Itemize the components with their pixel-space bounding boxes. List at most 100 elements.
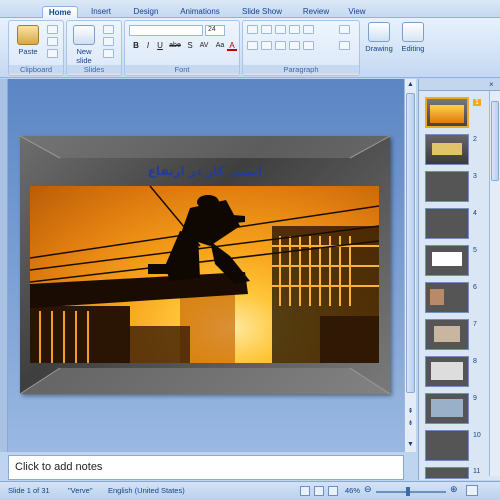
cut-icon[interactable] [47, 25, 58, 34]
slide-thumbnail[interactable] [425, 134, 469, 165]
font-group-label: Font [125, 65, 239, 74]
format-painter-icon[interactable] [47, 49, 58, 58]
char-spacing-button[interactable]: AV [197, 41, 211, 51]
close-pane-icon[interactable]: × [489, 80, 494, 89]
columns-icon[interactable] [303, 41, 314, 50]
new-slide-button[interactable]: New slide [69, 25, 99, 65]
text-direction-icon[interactable] [339, 25, 350, 34]
slide-thumbnail[interactable] [425, 356, 469, 387]
left-pane-edge [0, 79, 8, 452]
language-indicator[interactable]: English (United States) [108, 486, 185, 495]
strikethrough-button[interactable]: abe [167, 41, 183, 51]
next-slide-icon[interactable]: ⇟ [406, 419, 415, 428]
editing-button[interactable]: Editing [398, 22, 428, 53]
thumbnail-number: 5 [473, 247, 477, 254]
scroll-up-arrow-icon[interactable]: ▲ [406, 80, 415, 89]
align-left-icon[interactable] [247, 41, 258, 50]
paragraph-group-label: Paragraph [243, 65, 359, 74]
worker-silhouette-image [30, 186, 379, 363]
thumbnail-number: 2 [473, 136, 477, 143]
delete-slide-icon[interactable] [103, 49, 114, 58]
bullets-icon[interactable] [247, 25, 258, 34]
line-spacing-icon[interactable] [303, 25, 314, 34]
slide-show-view-icon[interactable] [328, 486, 338, 496]
layout-icon[interactable] [103, 25, 114, 34]
align-right-icon[interactable] [275, 41, 286, 50]
zoom-slider[interactable] [376, 491, 446, 493]
zoom-slider-thumb[interactable] [406, 487, 410, 496]
zoom-out-icon[interactable]: ⊖ [364, 484, 372, 495]
bold-button[interactable]: B [131, 41, 141, 51]
justify-icon[interactable] [289, 41, 300, 50]
slide-sorter-icon[interactable] [314, 486, 324, 496]
slide-title[interactable]: ایمنی کار در ارتفاع [20, 164, 390, 178]
thumbnail-number: 10 [473, 432, 481, 439]
scroll-down-arrow-icon[interactable]: ▼ [406, 440, 415, 449]
thumbnail-number: 1 [473, 99, 481, 106]
drawing-button[interactable]: Drawing [362, 22, 396, 53]
slide-thumbnail[interactable] [425, 393, 469, 424]
fit-to-window-icon[interactable] [466, 485, 478, 496]
new-slide-icon [73, 25, 95, 45]
vertical-scrollbar[interactable]: ▲ ⇞ ⇟ ▼ [404, 79, 416, 452]
thumbnail-number: 7 [473, 321, 477, 328]
increase-indent-icon[interactable] [289, 25, 300, 34]
slide-thumbnail[interactable] [425, 430, 469, 461]
notes-placeholder: Click to add notes [15, 461, 103, 473]
shadow-button[interactable]: S [185, 41, 195, 51]
slide-photo[interactable] [30, 186, 379, 363]
ribbon-tab-bar: Home Insert Design Animations Slide Show… [0, 0, 500, 19]
status-bar: Slide 1 of 31 "Verve" English (United St… [0, 481, 500, 500]
editing-label: Editing [401, 44, 425, 53]
slide-thumbnail[interactable] [425, 245, 469, 276]
slide-canvas[interactable]: ایمنی کار در ارتفاع [20, 136, 390, 394]
thumbnail-number: 9 [473, 395, 477, 402]
numbering-icon[interactable] [261, 25, 272, 34]
zoom-level[interactable]: 46% [345, 486, 360, 495]
font-size-field[interactable]: 24 [205, 25, 225, 36]
scroll-thumb[interactable] [406, 93, 415, 393]
underline-button[interactable]: U [155, 41, 165, 51]
normal-view-icon[interactable] [300, 486, 310, 496]
clipboard-group: Paste Clipboard [8, 20, 64, 76]
paragraph-group: Paragraph [242, 20, 360, 76]
thumbnails-tabs: × [419, 79, 500, 91]
prev-slide-icon[interactable]: ⇞ [406, 407, 415, 416]
paste-button[interactable]: Paste [13, 25, 43, 56]
slide-count: Slide 1 of 31 [8, 486, 50, 495]
shapes-icon [368, 22, 390, 42]
slide-thumbnail[interactable] [425, 208, 469, 239]
theme-name: "Verve" [68, 486, 93, 495]
font-name-field[interactable] [129, 25, 203, 36]
slides-group-label: Slides [67, 65, 121, 74]
font-color-button[interactable]: A [227, 41, 237, 51]
slide-thumbnail[interactable] [425, 467, 469, 479]
thumbnail-number: 3 [473, 173, 477, 180]
thumbnails-scroll-thumb[interactable] [491, 101, 499, 181]
smartart-icon[interactable] [339, 41, 350, 50]
change-case-button[interactable]: Aa [213, 41, 227, 51]
zoom-in-icon[interactable]: ⊕ [450, 484, 458, 495]
clipboard-group-label: Clipboard [9, 65, 63, 74]
paste-icon [17, 25, 39, 45]
notes-pane[interactable]: Click to add notes [8, 455, 404, 480]
find-icon [402, 22, 424, 42]
slide-thumbnail[interactable] [425, 171, 469, 202]
align-center-icon[interactable] [261, 41, 272, 50]
slide-thumbnail[interactable] [425, 282, 469, 313]
slide-thumbnails-pane: × 1 2 3 4 5 6 7 8 9 10 11 [418, 79, 500, 480]
thumbnail-number: 6 [473, 284, 477, 291]
italic-button[interactable]: I [143, 41, 153, 51]
decrease-indent-icon[interactable] [275, 25, 286, 34]
thumbnail-number: 8 [473, 358, 477, 365]
paste-label: Paste [18, 47, 38, 56]
reset-icon[interactable] [103, 37, 114, 46]
slides-group: New slide Slides [66, 20, 122, 76]
copy-icon[interactable] [47, 37, 58, 46]
new-slide-label: New slide [76, 47, 92, 65]
slide-thumbnail[interactable] [425, 97, 469, 128]
font-group: 24 B I U abe S AV Aa A Font [124, 20, 240, 76]
thumbnails-scrollbar[interactable] [489, 91, 500, 476]
slide-thumbnail[interactable] [425, 319, 469, 350]
drawing-label: Drawing [365, 44, 393, 53]
